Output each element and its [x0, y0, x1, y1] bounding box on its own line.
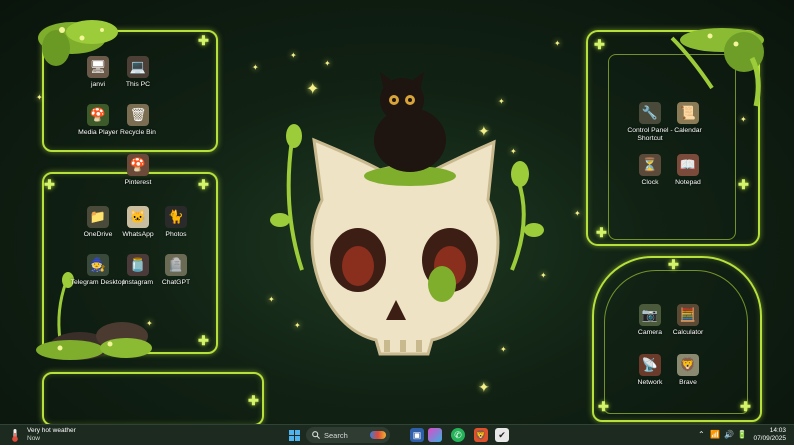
plus-ornament: ✚ — [738, 177, 749, 192]
sparkle: ✦ — [324, 59, 331, 68]
desktop-icon-calculator[interactable]: 🧮 Calculator — [660, 304, 716, 337]
icon-label: Recycle Bin — [120, 129, 156, 136]
sparkle: ✦ — [574, 209, 581, 218]
thermometer-icon — [12, 429, 18, 442]
plus-ornament: ✚ — [668, 257, 679, 272]
sparkle: ✦ — [290, 51, 297, 60]
wifi-icon[interactable]: 📶 — [710, 430, 720, 439]
recycle-bin-icon: 🗑 — [127, 104, 149, 126]
search-highlight-icon — [370, 431, 386, 439]
instagram-icon: 🫙 — [127, 254, 149, 276]
icon-label: Notepad — [675, 179, 701, 186]
media-player-icon: 🍄 — [87, 104, 109, 126]
plus-ornament: ✚ — [198, 177, 209, 192]
control-panel-icon: 🔧 — [639, 102, 661, 124]
whatsapp-taskbar-button[interactable]: ✆ — [451, 428, 465, 442]
taskbar-search-box[interactable]: Search — [306, 427, 390, 443]
sparkle: ✦ — [36, 93, 43, 102]
sparkle: ✦ — [740, 115, 747, 124]
clock-date: 07/09/2025 — [753, 435, 786, 442]
plus-ornament: ✚ — [44, 177, 55, 192]
volume-icon[interactable]: 🔊 — [724, 430, 734, 439]
windows-logo-icon — [288, 429, 300, 441]
pinterest-icon: 🍄 — [127, 154, 149, 176]
sparkle: ✦ — [478, 379, 490, 395]
desktop-icon-notepad[interactable]: 📖 Notepad — [660, 154, 716, 187]
moss-decoration-top-right — [670, 28, 764, 107]
desktop-icon-recycle-bin[interactable]: 🗑 Recycle Bin — [110, 104, 166, 137]
plus-ornament: ✚ — [740, 399, 751, 414]
chevron-up-icon[interactable]: ⌃ — [698, 430, 705, 439]
calendar-icon: 📜 — [677, 102, 699, 124]
skull-cat-wallpaper-art — [270, 72, 544, 356]
desktop-icon-pinterest[interactable]: 🍄 Pinterest — [110, 154, 166, 187]
brave-taskbar-button[interactable]: 🦁 — [474, 428, 488, 442]
desktop-icon-brave[interactable]: 🦁 Brave — [660, 354, 716, 387]
icon-label: Brave — [679, 379, 697, 386]
user-folder-icon: 🖥 — [87, 56, 109, 78]
icon-label: Pinterest — [124, 179, 152, 186]
app-taskbar-button[interactable]: ✔ — [495, 428, 509, 442]
copilot-button[interactable] — [428, 428, 442, 442]
whatsapp-icon: 🐱 — [127, 206, 149, 228]
onedrive-icon: 📁 — [87, 206, 109, 228]
battery-icon[interactable]: 🔋 — [737, 430, 747, 439]
desktop: ✚ ✚ ✚ ✚ ✚ ✚ ✚ ✚ ✚ ✚ ✚ ✦ ✦ ✦ ✦ ✦ ✦ ✦ ✦ ✦ … — [0, 0, 794, 424]
weather-title: Very hot weather — [27, 427, 76, 434]
search-icon — [312, 431, 320, 439]
network-icon: 📡 — [639, 354, 661, 376]
taskbar-clock[interactable]: 14:03 07/09/2025 — [753, 427, 786, 443]
icon-label: ChatGPT — [161, 279, 191, 286]
computer-icon: 💻 — [127, 56, 149, 78]
desktop-icon-this-pc[interactable]: 💻 This PC — [110, 56, 166, 89]
taskbar: Very hot weather Now Search ▣ ✆ 🦁 ✔ ⌃ 📶 … — [0, 424, 794, 445]
task-view-button[interactable]: ▣ — [410, 428, 424, 442]
clock-time: 14:03 — [769, 427, 786, 434]
search-placeholder: Search — [324, 430, 348, 440]
plus-ornament: ✚ — [594, 37, 605, 52]
plus-ornament: ✚ — [198, 33, 209, 48]
left-frame-lower — [42, 372, 264, 424]
plus-ornament: ✚ — [248, 393, 259, 408]
sparkle: ✦ — [252, 63, 259, 72]
photos-icon: 🐈 — [165, 206, 187, 228]
calculator-icon: 🧮 — [677, 304, 699, 326]
desktop-icon-chatgpt[interactable]: 🪦 ChatGPT — [148, 254, 204, 287]
notepad-icon: 📖 — [677, 154, 699, 176]
brave-icon: 🦁 — [677, 354, 699, 376]
sparkle: ✦ — [554, 39, 561, 48]
icon-label: Calculator — [672, 329, 704, 336]
start-button[interactable] — [287, 428, 301, 442]
plus-ornament: ✚ — [596, 225, 607, 240]
clock-icon: ⏳ — [639, 154, 661, 176]
right-frame-bottom-inner — [604, 270, 748, 414]
chatgpt-icon: 🪦 — [165, 254, 187, 276]
desktop-icon-photos[interactable]: 🐈 Photos — [148, 206, 204, 239]
icon-label: Calendar — [674, 127, 702, 134]
weather-subtitle: Now — [27, 435, 41, 442]
telegram-icon: 🧙 — [87, 254, 109, 276]
icon-label: Photos — [165, 231, 187, 238]
plus-ornament: ✚ — [198, 333, 209, 348]
camera-icon: 📷 — [639, 304, 661, 326]
plus-ornament: ✚ — [598, 399, 609, 414]
icon-label: This PC — [125, 81, 151, 88]
desktop-icon-calendar[interactable]: 📜 Calendar — [660, 102, 716, 135]
